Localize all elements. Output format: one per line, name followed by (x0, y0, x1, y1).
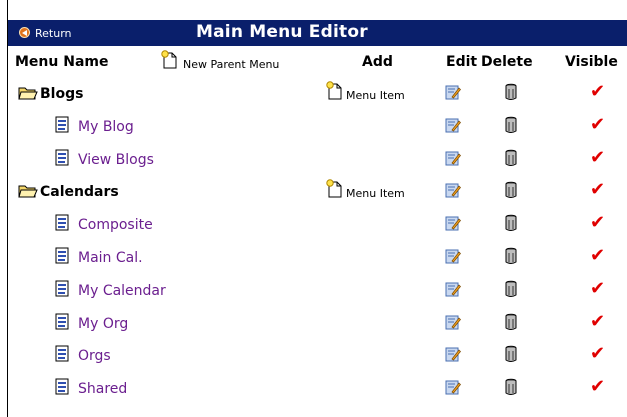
return-link[interactable]: Return (35, 27, 72, 40)
back-arrow-icon[interactable] (19, 27, 30, 38)
table-header: Menu Name New Parent Menu Add Edit Delet… (8, 46, 627, 78)
parent-menu-name: Calendars (40, 184, 119, 201)
col-edit: Edit (446, 54, 478, 70)
page-title: Main Menu Editor (196, 22, 368, 42)
document-icon (54, 214, 70, 236)
folder-open-icon (18, 181, 38, 203)
visible-check-icon[interactable]: ✔ (590, 247, 605, 265)
edit-icon[interactable] (445, 84, 461, 104)
new-document-icon (161, 50, 177, 69)
document-icon (54, 313, 70, 335)
trash-can-icon[interactable] (504, 345, 518, 367)
visible-check-icon[interactable]: ✔ (590, 378, 605, 396)
trash-can-icon[interactable] (504, 116, 518, 138)
trash-can-icon[interactable] (504, 378, 518, 400)
table-row: My Calendar ✔ (8, 275, 627, 307)
table-row: Composite ✔ (8, 209, 627, 241)
trash-can-icon[interactable] (504, 181, 518, 203)
table-row: Blogs Menu Item ✔ (8, 78, 627, 110)
menu-item-link[interactable]: My Calendar (78, 283, 166, 299)
add-menu-item-label: Menu Item (346, 89, 405, 102)
table-row: Shared ✔ (8, 373, 627, 405)
table-row: Main Cal. ✔ (8, 242, 627, 274)
visible-check-icon[interactable]: ✔ (590, 115, 605, 134)
edit-icon[interactable] (445, 314, 461, 334)
add-menu-item-button[interactable]: Menu Item (326, 179, 405, 203)
menu-item-link[interactable]: Composite (78, 217, 153, 233)
menu-item-link[interactable]: My Blog (78, 119, 134, 135)
edit-icon[interactable] (445, 150, 461, 170)
col-add: Add (362, 54, 393, 70)
table-row: My Blog ✔ (8, 111, 627, 143)
add-menu-item-label: Menu Item (346, 187, 405, 201)
menu-item-link[interactable]: Shared (78, 381, 127, 397)
document-icon (54, 247, 70, 269)
document-icon (54, 345, 70, 367)
table-row: Orgs ✔ (8, 340, 627, 372)
table-row: My Org ✔ (8, 308, 627, 340)
col-delete: Delete (481, 54, 533, 70)
trash-can-icon[interactable] (504, 247, 518, 269)
trash-can-icon[interactable] (504, 313, 518, 335)
menu-item-link[interactable]: Main Cal. (78, 250, 143, 266)
edit-icon[interactable] (445, 117, 461, 137)
new-document-icon (326, 81, 344, 105)
new-parent-menu-button[interactable]: New Parent Menu (161, 50, 279, 74)
visible-check-icon[interactable]: ✔ (590, 148, 605, 167)
document-icon (54, 280, 70, 302)
menu-item-link[interactable]: Orgs (78, 348, 111, 364)
menu-item-link[interactable]: View Blogs (78, 152, 154, 168)
edit-icon[interactable] (445, 182, 461, 202)
visible-check-icon[interactable]: ✔ (590, 312, 605, 331)
parent-menu-name: Blogs (40, 86, 84, 102)
visible-check-icon[interactable]: ✔ (590, 83, 605, 101)
table-row: Calendars Menu Item ✔ (8, 176, 627, 208)
document-icon (54, 149, 70, 171)
menu-item-link[interactable]: My Org (78, 316, 128, 332)
edit-icon[interactable] (445, 281, 461, 301)
trash-can-icon[interactable] (504, 149, 518, 171)
col-menu-name: Menu Name (15, 54, 109, 70)
title-bar: Return Main Menu Editor (8, 20, 627, 46)
new-parent-menu-label: New Parent Menu (183, 58, 280, 71)
document-icon (54, 116, 70, 138)
visible-check-icon[interactable]: ✔ (590, 345, 605, 363)
trash-can-icon[interactable] (504, 280, 518, 302)
document-icon (54, 378, 70, 400)
col-visible: Visible (565, 54, 618, 70)
table-row: View Blogs ✔ (8, 144, 627, 176)
edit-icon[interactable] (445, 346, 461, 366)
trash-can-icon[interactable] (504, 214, 518, 236)
visible-check-icon[interactable]: ✔ (590, 181, 605, 199)
new-document-icon (326, 179, 344, 203)
trash-can-icon[interactable] (504, 83, 518, 105)
edit-icon[interactable] (445, 215, 461, 235)
edit-icon[interactable] (445, 248, 461, 268)
folder-open-icon (18, 83, 38, 105)
visible-check-icon[interactable]: ✔ (590, 279, 605, 298)
visible-check-icon[interactable]: ✔ (590, 214, 605, 232)
edit-icon[interactable] (445, 379, 461, 399)
add-menu-item-button[interactable]: Menu Item (326, 81, 405, 105)
